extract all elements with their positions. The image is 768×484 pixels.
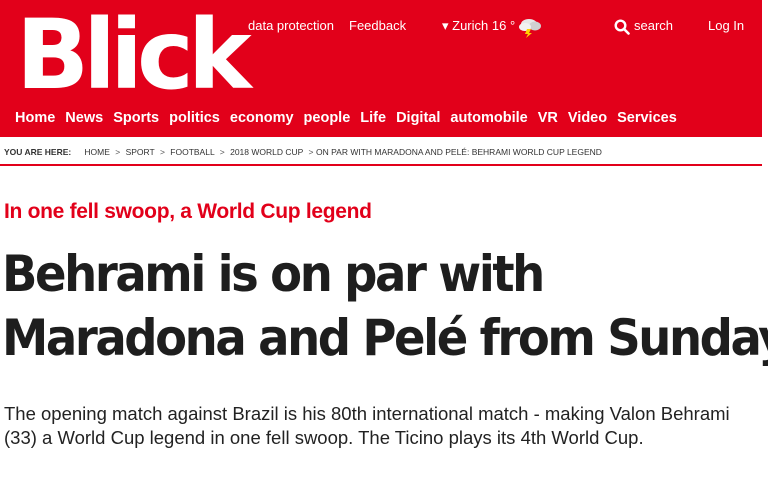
nav-item-digital[interactable]: Digital [396, 110, 440, 130]
nav-item-automobile[interactable]: automobile [450, 110, 527, 130]
breadcrumb-world-cup[interactable]: 2018 WORLD CUP [230, 147, 303, 157]
article-lead: The opening match against Brazil is his … [4, 403, 730, 448]
breadcrumb-football[interactable]: FOOTBALL [170, 147, 214, 157]
nav-item-politics[interactable]: politics [169, 110, 220, 130]
site-header: Blick data protection Feedback ▾ Zurich … [0, 0, 762, 137]
headline-line-1: Behrami is on par with [2, 245, 545, 303]
feedback-link[interactable]: Feedback [349, 18, 406, 33]
search-icon[interactable] [614, 19, 630, 35]
breadcrumb: YOU ARE HERE: HOME > SPORT > FOOTBALL > … [4, 147, 762, 157]
section-divider [0, 164, 762, 166]
breadcrumb-separator: > [159, 147, 165, 157]
breadcrumb-separator [77, 147, 79, 157]
breadcrumb-separator: > [219, 147, 225, 157]
weather-dropdown[interactable]: ▾ Zurich 16 ° [442, 18, 515, 34]
nav-item-sports[interactable]: Sports [113, 110, 159, 130]
nav-item-vr[interactable]: VR [538, 110, 558, 130]
breadcrumb-home[interactable]: HOME [84, 147, 110, 157]
main-nav: Home News Sports politics economy people… [15, 110, 677, 130]
breadcrumb-current: ON PAR WITH MARADONA AND PELÉ: BEHRAMI W… [316, 147, 602, 157]
top-links: data protection Feedback ▾ Zurich 16 ° s… [248, 18, 762, 38]
nav-item-news[interactable]: News [65, 110, 103, 130]
breadcrumb-separator: > [308, 147, 314, 157]
nav-item-video[interactable]: Video [568, 110, 607, 130]
blick-logo[interactable]: Blick [16, 0, 252, 110]
data-protection-link[interactable]: data protection [248, 18, 334, 33]
nav-item-economy[interactable]: economy [230, 110, 294, 130]
article-headline: Behrami is on par with Maradona and Pelé… [2, 242, 768, 370]
headline-line-2: Maradona and Pelé from Sunday [2, 309, 768, 367]
breadcrumb-label: YOU ARE HERE: [4, 147, 72, 157]
nav-item-home[interactable]: Home [15, 110, 55, 130]
nav-item-services[interactable]: Services [617, 110, 677, 130]
nav-item-life[interactable]: Life [360, 110, 386, 130]
nav-item-people[interactable]: people [304, 110, 351, 130]
cloud-lightning-icon [519, 19, 541, 38]
breadcrumb-sport[interactable]: SPORT [126, 147, 155, 157]
breadcrumb-separator: > [115, 147, 121, 157]
search-link[interactable]: search [634, 18, 673, 33]
login-link[interactable]: Log In [708, 18, 744, 33]
article-kicker: In one fell swoop, a World Cup legend [4, 200, 372, 223]
